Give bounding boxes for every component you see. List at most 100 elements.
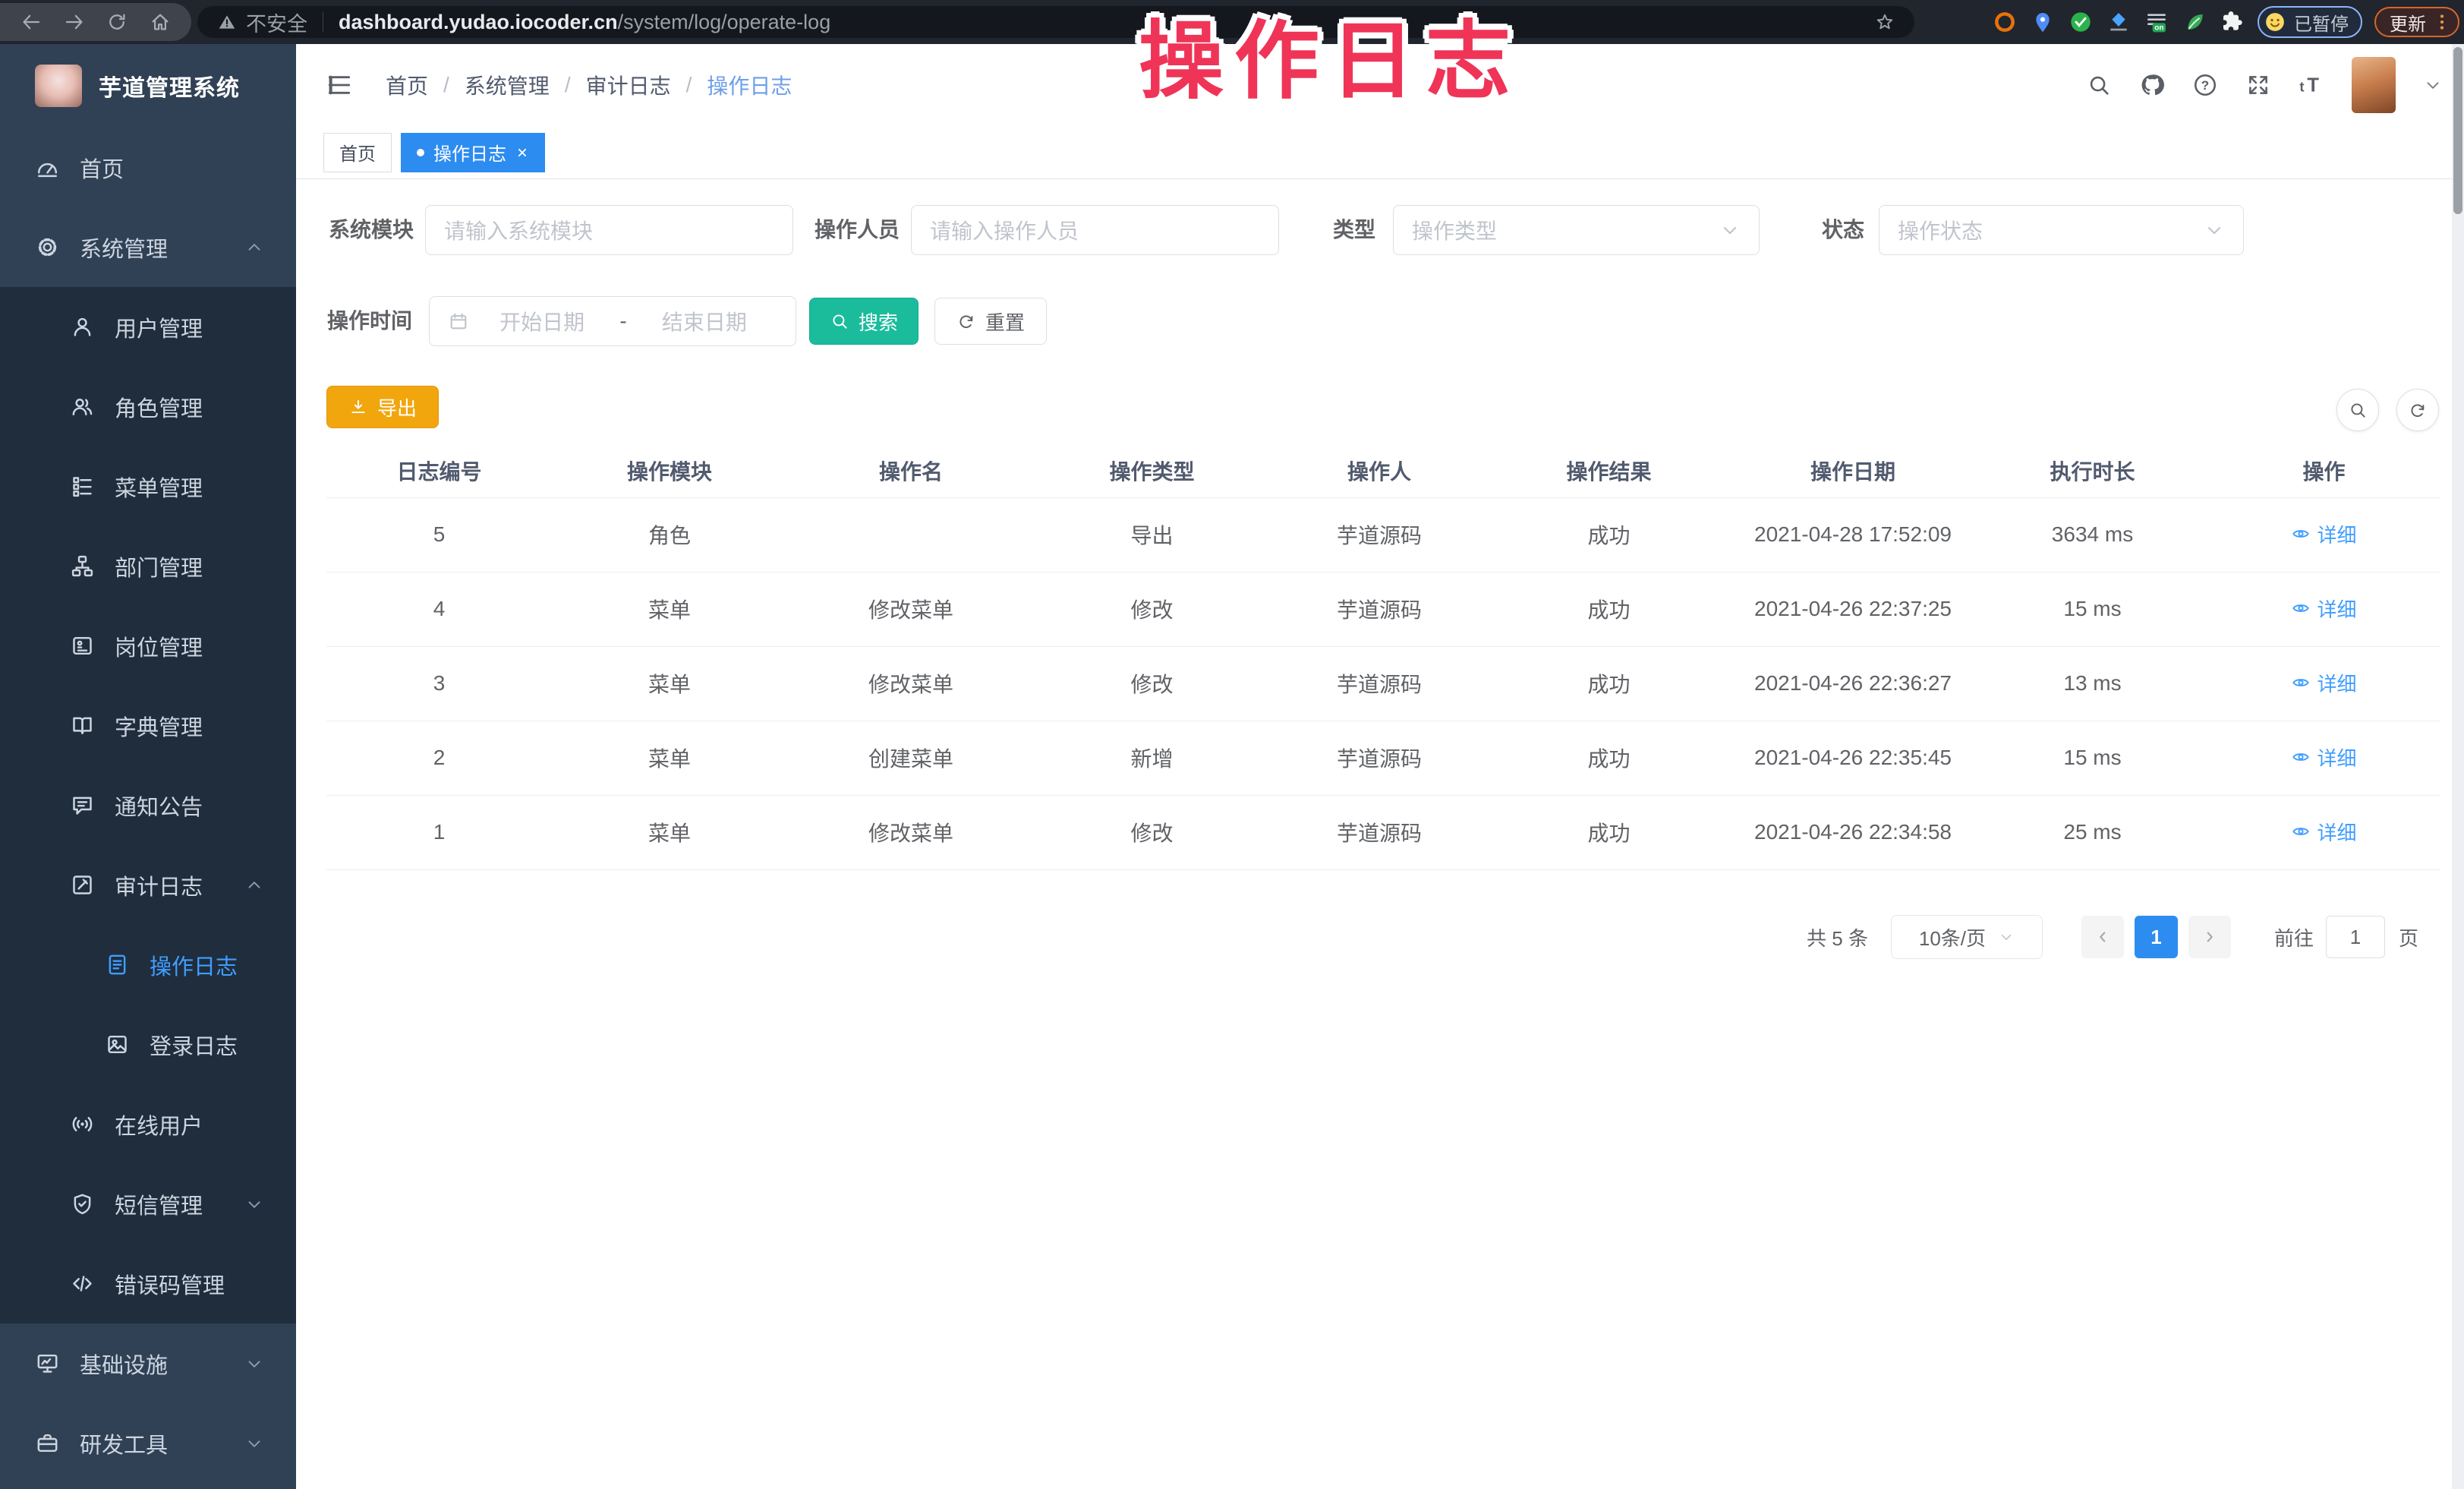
sidebar-item-label: 通知公告 — [115, 790, 203, 822]
sidebar-item-label: 短信管理 — [115, 1188, 203, 1220]
scrollbar-thumb[interactable] — [2453, 47, 2462, 214]
page-size-select[interactable]: 10条/页 — [1891, 915, 2043, 959]
puzzle-extension-icon[interactable] — [2220, 9, 2245, 35]
diamond-extension-icon[interactable] — [2106, 9, 2132, 35]
table-row: 2菜单创建菜单新增芋道源码成功2021-04-26 22:35:4515 ms详… — [326, 721, 2440, 795]
fullscreen-icon — [2245, 72, 2271, 98]
tab-首页[interactable]: 首页 — [323, 133, 392, 172]
module-input[interactable]: 请输入系统模块 — [425, 205, 793, 255]
detail-link-label: 详细 — [2317, 669, 2356, 697]
status-select[interactable]: 操作状态 — [1879, 205, 2244, 255]
arrow-left-icon — [2094, 929, 2111, 945]
sidebar-item-login-log[interactable]: 登录日志 — [0, 1005, 296, 1084]
security-label: 不安全 — [246, 8, 307, 37]
detail-link[interactable]: 详细 — [2291, 520, 2356, 548]
table-cell: 修改 — [1035, 572, 1269, 646]
detail-link[interactable]: 详细 — [2291, 818, 2356, 846]
table-cell: 成功 — [1489, 572, 1728, 646]
sidebar-item-system[interactable]: 系统管理 — [0, 207, 296, 287]
table-cell: 修改 — [1035, 795, 1269, 869]
sidebar-item-errcode[interactable]: 错误码管理 — [0, 1244, 296, 1323]
detail-link[interactable]: 详细 — [2291, 595, 2356, 623]
type-select[interactable]: 操作类型 — [1393, 205, 1760, 255]
sidebar-item-online[interactable]: 在线用户 — [0, 1084, 296, 1164]
app-logo-image — [35, 65, 82, 107]
app-logo-block[interactable]: 芋道管理系统 — [0, 44, 296, 128]
sidebar-item-role[interactable]: 角色管理 — [0, 367, 296, 446]
calendar-icon — [448, 311, 469, 332]
dashboard-icon — [35, 155, 60, 180]
user-avatar[interactable] — [2352, 57, 2396, 113]
sidebar-item-user[interactable]: 用户管理 — [0, 287, 296, 367]
sidebar-item-post[interactable]: 岗位管理 — [0, 606, 296, 686]
browser-update-button[interactable]: 更新 — [2374, 7, 2459, 37]
leaf-extension-icon[interactable] — [2182, 9, 2207, 35]
breadcrumb-separator: / — [565, 73, 571, 97]
detail-link[interactable]: 详细 — [2291, 743, 2356, 771]
prev-page-button[interactable] — [2081, 916, 2124, 958]
table-row: 1菜单修改菜单修改芋道源码成功2021-04-26 22:34:5825 ms详… — [326, 795, 2440, 869]
tab-操作日志[interactable]: 操作日志 — [401, 133, 545, 172]
breadcrumb-item[interactable]: 审计日志 — [586, 70, 671, 100]
next-page-button[interactable] — [2188, 916, 2231, 958]
list-on-extension-icon[interactable]: on — [2144, 9, 2169, 35]
table-cell: 芋道源码 — [1269, 572, 1489, 646]
detail-link[interactable]: 详细 — [2291, 669, 2356, 697]
search-button[interactable]: 搜索 — [809, 298, 918, 345]
eye-icon — [2291, 747, 2311, 767]
chevron-down-icon — [2423, 75, 2443, 95]
sidebar-item-label: 审计日志 — [115, 869, 203, 901]
sidebar-item-operate-log[interactable]: 操作日志 — [0, 925, 296, 1005]
comment-icon — [70, 793, 95, 818]
location-pin-extension-icon[interactable] — [2030, 9, 2056, 35]
sidebar-item-infra[interactable]: 基础设施 — [0, 1323, 296, 1403]
org-tree-icon — [70, 554, 95, 579]
sidebar-item-home[interactable]: 首页 — [0, 128, 296, 207]
chevron-down-icon — [1719, 219, 1741, 241]
operator-input[interactable]: 请输入操作人员 — [911, 205, 1279, 255]
sidebar-item-audit[interactable]: 审计日志 — [0, 845, 296, 925]
breadcrumb-separator: / — [443, 73, 449, 97]
sidebar-item-devtool[interactable]: 研发工具 — [0, 1403, 296, 1483]
module-placeholder: 请输入系统模块 — [444, 215, 593, 245]
search-button-label: 搜索 — [859, 308, 898, 336]
green-check-extension-icon[interactable] — [2068, 9, 2094, 35]
table-cell: 2021-04-26 22:36:27 — [1728, 646, 1977, 721]
page-scrollbar[interactable] — [2452, 44, 2464, 1489]
sidebar-item-menu[interactable]: 菜单管理 — [0, 446, 296, 526]
reset-button[interactable]: 重置 — [934, 298, 1047, 345]
goto-page-input[interactable]: 1 — [2326, 916, 2385, 958]
forward-icon — [63, 11, 86, 33]
table-cell-action: 详细 — [2207, 646, 2440, 721]
breadcrumb-item[interactable]: 系统管理 — [465, 70, 550, 100]
table-cell: 2 — [326, 721, 552, 795]
refresh-icon — [956, 311, 976, 331]
toggle-search-button[interactable] — [2336, 389, 2379, 431]
refresh-table-button[interactable] — [2396, 389, 2439, 431]
doc-icon — [105, 952, 130, 977]
browser-profile-pill[interactable]: 已暂停 — [2258, 6, 2362, 38]
breadcrumb-item: 操作日志 — [707, 70, 792, 100]
breadcrumb-item[interactable]: 首页 — [386, 70, 428, 100]
table-cell: 3 — [326, 646, 552, 721]
table-cell: 芋道源码 — [1269, 721, 1489, 795]
table-cell: 修改菜单 — [787, 572, 1035, 646]
sidebar-item-dept[interactable]: 部门管理 — [0, 526, 296, 606]
goto-label: 前往 — [2274, 923, 2314, 951]
column-header: 操作结果 — [1489, 444, 1728, 497]
table-cell: 菜单 — [552, 721, 787, 795]
sidebar-item-sms[interactable]: 短信管理 — [0, 1164, 296, 1244]
search-icon — [2348, 400, 2368, 420]
sidebar-item-notice[interactable]: 通知公告 — [0, 765, 296, 845]
date-range-input[interactable]: 开始日期 - 结束日期 — [429, 296, 796, 346]
address-bar[interactable]: 不安全 dashboard.yudao.iocoder.cn /system/l… — [197, 6, 1914, 38]
table-cell-action: 详细 — [2207, 721, 2440, 795]
url-path: /system/log/operate-log — [618, 11, 831, 34]
sidebar-item-label: 岗位管理 — [115, 630, 203, 662]
ring-extension-icon[interactable] — [1992, 9, 2018, 35]
current-page-button[interactable]: 1 — [2135, 916, 2178, 958]
operator-placeholder: 请输入操作人员 — [930, 215, 1079, 245]
module-label: 系统模块 — [324, 205, 414, 255]
sidebar-item-dict[interactable]: 字典管理 — [0, 686, 296, 765]
export-button[interactable]: 导出 — [326, 386, 439, 428]
